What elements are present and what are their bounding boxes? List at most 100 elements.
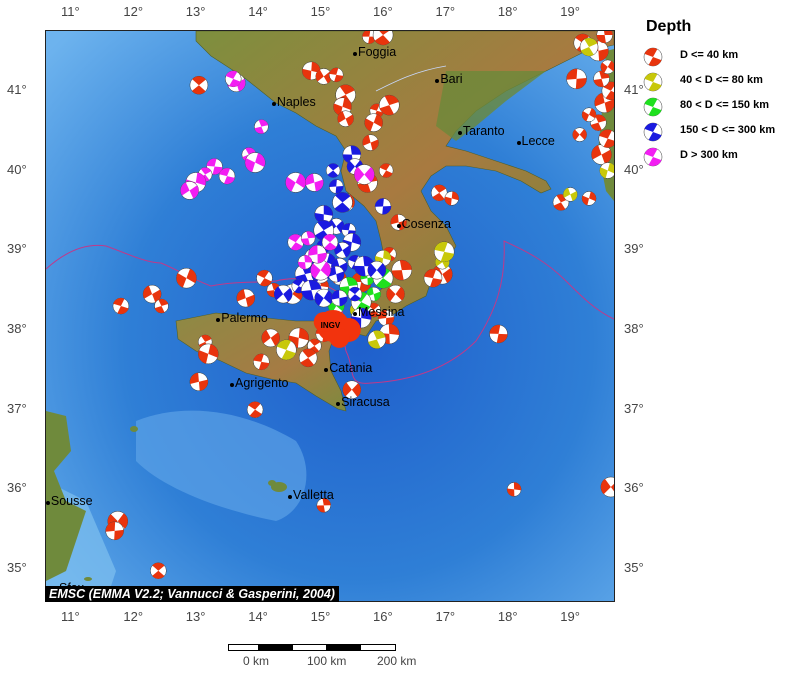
focal-mechanism[interactable] [347, 286, 363, 302]
focal-mechanism[interactable] [189, 75, 209, 95]
focal-mechanism[interactable] [563, 187, 578, 202]
city-marker [396, 224, 401, 229]
focal-mechanism[interactable] [391, 259, 413, 281]
focal-mechanism[interactable] [444, 191, 459, 206]
focal-mechanism[interactable] [572, 127, 587, 142]
focal-mechanism[interactable] [112, 297, 130, 315]
focal-mechanism[interactable] [362, 134, 379, 151]
focal-mechanism[interactable] [354, 164, 375, 185]
focal-mechanism[interactable] [367, 330, 387, 349]
legend-beachball[interactable] [643, 97, 663, 117]
city-label: Sousse [50, 493, 93, 508]
focal-mechanism[interactable] [337, 110, 354, 127]
focal-mechanism[interactable] [300, 231, 316, 246]
axis-tick-label: 39° [7, 241, 27, 257]
legend-item: D > 300 km [640, 144, 795, 169]
legend-beachball[interactable] [643, 147, 663, 167]
focal-mechanism[interactable] [297, 254, 313, 270]
scale-segment [228, 644, 260, 651]
legend-beachball[interactable] [643, 47, 663, 67]
focal-mechanism[interactable] [325, 163, 341, 178]
focal-mechanism[interactable] [367, 260, 387, 280]
relief-map [46, 31, 614, 601]
legend-beachball-icon [643, 47, 663, 67]
city-label: Siracusa [341, 395, 390, 410]
axis-tick-label: 17° [435, 4, 456, 19]
focal-mechanism[interactable] [154, 298, 169, 314]
map-panel[interactable]: Foggia Bari Naples Taranto Lecce Cosenza Paler… [45, 30, 615, 602]
focal-mechanism[interactable] [261, 328, 280, 348]
axis-tick-label: 12° [123, 609, 144, 624]
focal-mechanism[interactable] [506, 482, 522, 497]
focal-mechanism[interactable] [176, 267, 197, 289]
focal-mechanism[interactable] [328, 179, 344, 194]
legend-label: D > 300 km [680, 149, 738, 161]
city-label: Naples [276, 94, 316, 109]
focal-mechanism[interactable] [328, 67, 344, 83]
axis-tick-label: 13° [185, 4, 206, 19]
axis-tick-label: 40° [7, 161, 27, 177]
city-label: Messina [357, 305, 405, 319]
city-label: Lecce [521, 133, 555, 148]
legend-title: Depth [646, 18, 692, 35]
focal-mechanism[interactable] [244, 152, 266, 173]
axis-tick-label: 39° [624, 241, 644, 257]
focal-mechanism[interactable] [598, 129, 614, 148]
focal-mechanism[interactable] [581, 191, 597, 206]
focal-mechanism[interactable] [374, 198, 392, 215]
focal-mechanism[interactable] [579, 37, 599, 57]
city-label: Foggia [357, 45, 397, 60]
legend-label: D <= 40 km [680, 49, 739, 61]
focal-mechanism[interactable] [433, 241, 455, 263]
focal-mechanism[interactable] [566, 68, 587, 90]
focal-mechanism[interactable] [600, 59, 614, 75]
city-marker [516, 140, 521, 145]
axis-tick-label: 11° [60, 609, 80, 624]
focal-mechanism[interactable] [310, 259, 331, 281]
focal-mechanism[interactable] [256, 269, 273, 287]
focal-mechanism[interactable] [105, 521, 124, 541]
legend-beachball-icon [643, 122, 663, 142]
city-label: Catania [329, 360, 373, 375]
axis-tick-label: 16° [373, 609, 393, 624]
legend-beachball[interactable] [643, 72, 663, 92]
axis-tick-label: 11° [60, 4, 80, 19]
focal-mechanism[interactable] [236, 288, 255, 308]
focal-mechanism[interactable] [246, 401, 264, 418]
focal-mechanism[interactable] [378, 163, 394, 178]
focal-mechanism[interactable] [581, 107, 597, 122]
axis-tick-label: 14° [248, 609, 268, 624]
focal-mechanism[interactable] [189, 372, 209, 392]
focal-mechanism[interactable] [198, 343, 219, 365]
axis-tick-label: 19° [560, 609, 580, 624]
focal-mechanism[interactable] [331, 289, 348, 307]
focal-mechanism[interactable] [276, 339, 297, 361]
focal-mechanism[interactable] [298, 348, 318, 368]
focal-mechanism[interactable] [218, 167, 236, 185]
focal-mechanism[interactable] [364, 113, 383, 132]
focal-mechanism[interactable] [332, 192, 353, 213]
focal-mechanism[interactable] [285, 172, 306, 193]
focal-mechanism[interactable] [599, 162, 614, 179]
axis-tick-label: 19° [560, 4, 580, 19]
focal-mechanism[interactable] [225, 70, 242, 88]
axis-tick-label: 41° [7, 81, 27, 97]
focal-mechanism[interactable] [150, 562, 167, 579]
focal-mechanism[interactable] [379, 94, 400, 116]
axis-tick-label: 15° [310, 4, 331, 19]
focal-mechanism[interactable] [273, 284, 293, 304]
legend-beachball[interactable] [643, 122, 663, 142]
focal-mechanism[interactable] [489, 324, 508, 344]
focal-mechanism[interactable] [386, 284, 405, 304]
focal-mechanism[interactable] [314, 288, 334, 308]
focal-mechanism[interactable] [305, 173, 324, 192]
axis-tick-label: 37° [7, 400, 27, 416]
legend-item: D <= 40 km [640, 44, 795, 69]
scale-bar [228, 644, 400, 652]
focal-mechanism[interactable] [423, 268, 443, 288]
focal-mechanism[interactable] [253, 353, 270, 371]
pantelleria-island [130, 426, 138, 432]
focal-mechanism[interactable] [321, 234, 339, 251]
focal-mechanism[interactable] [180, 181, 199, 200]
focal-mechanism[interactable] [254, 119, 269, 134]
